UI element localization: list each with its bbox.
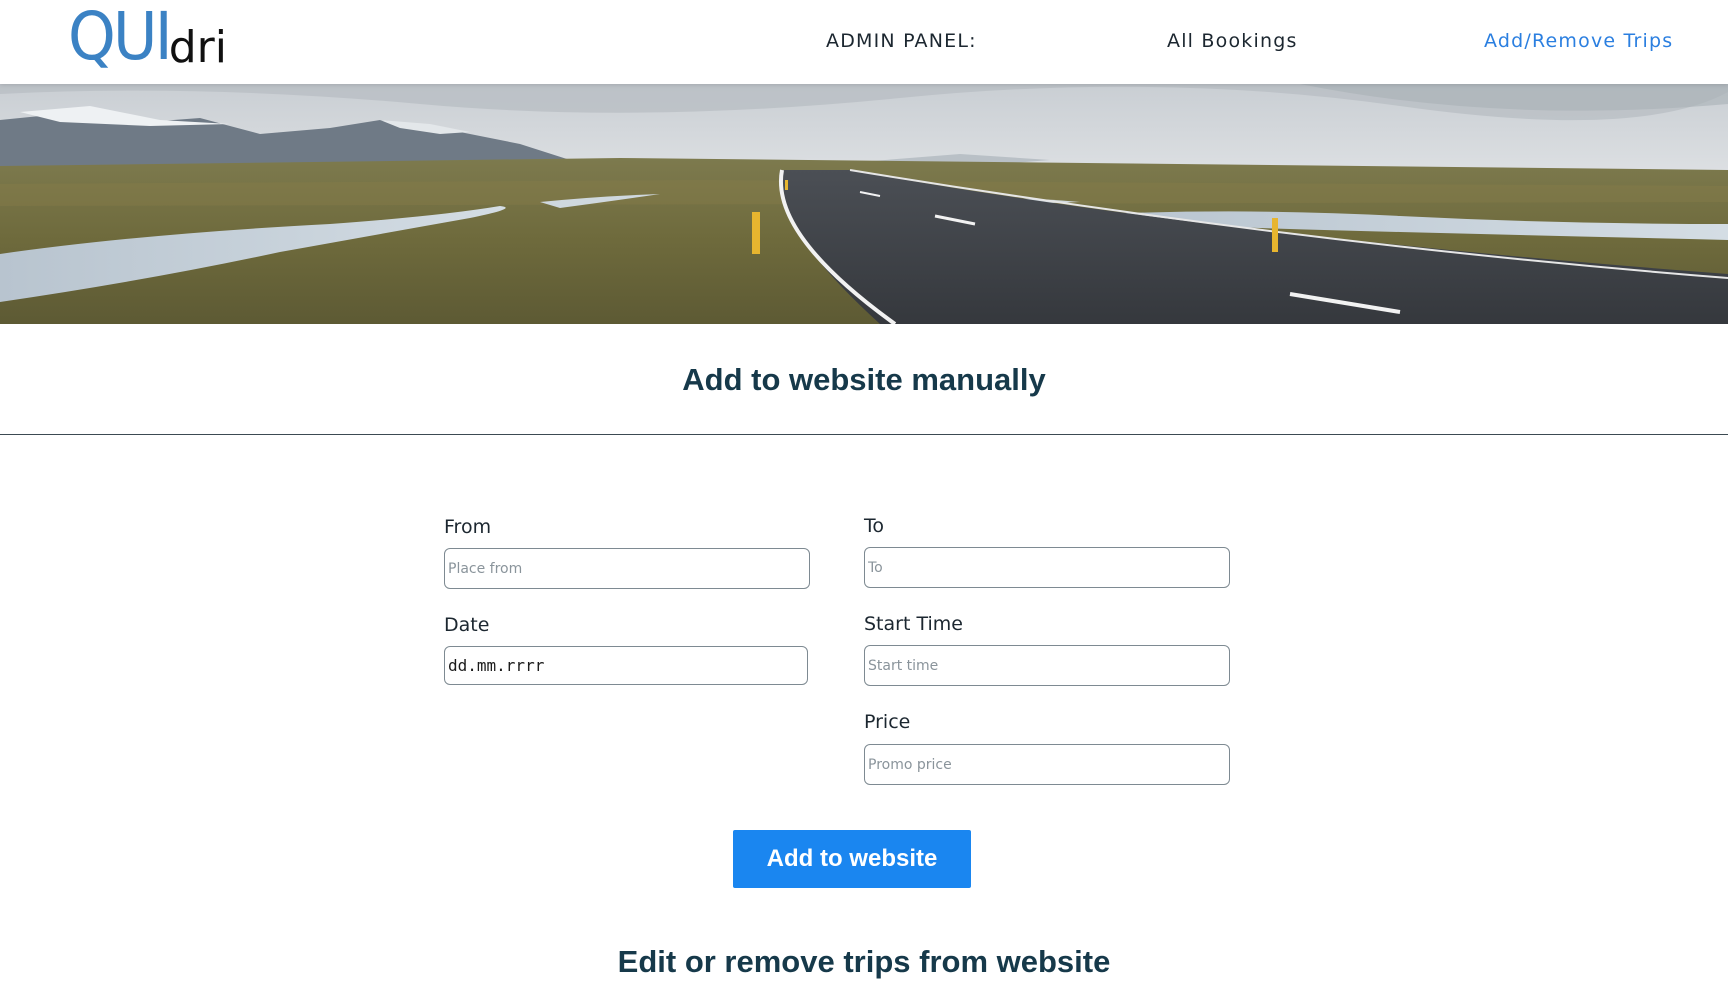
start-time-label: Start Time xyxy=(864,613,963,635)
add-section-title: Add to website manually xyxy=(682,362,1046,397)
hero-banner-image xyxy=(0,84,1728,324)
from-label: From xyxy=(444,516,492,538)
nav-link-all-bookings[interactable]: All Bookings xyxy=(1167,30,1298,52)
logo-main-text: QUI xyxy=(68,0,173,75)
add-to-website-button[interactable]: Add to website xyxy=(733,830,971,888)
start-time-input[interactable] xyxy=(864,645,1230,686)
edit-section-title: Edit or remove trips from website xyxy=(617,944,1111,979)
top-header: QUI dri ADMIN PANEL: All Bookings Add/Re… xyxy=(0,0,1728,84)
price-label: Price xyxy=(864,711,911,733)
nav-admin-panel-label: ADMIN PANEL: xyxy=(826,30,977,52)
section-divider xyxy=(0,434,1728,435)
date-input[interactable] xyxy=(444,646,808,685)
logo-sub-text: dri xyxy=(168,22,227,73)
price-input[interactable] xyxy=(864,744,1230,785)
site-logo[interactable]: QUI dri xyxy=(68,2,227,82)
to-input[interactable] xyxy=(864,547,1230,588)
date-label: Date xyxy=(444,614,490,636)
to-label: To xyxy=(864,515,885,537)
nav-link-add-remove-trips[interactable]: Add/Remove Trips xyxy=(1484,30,1673,52)
from-input[interactable] xyxy=(444,548,810,589)
